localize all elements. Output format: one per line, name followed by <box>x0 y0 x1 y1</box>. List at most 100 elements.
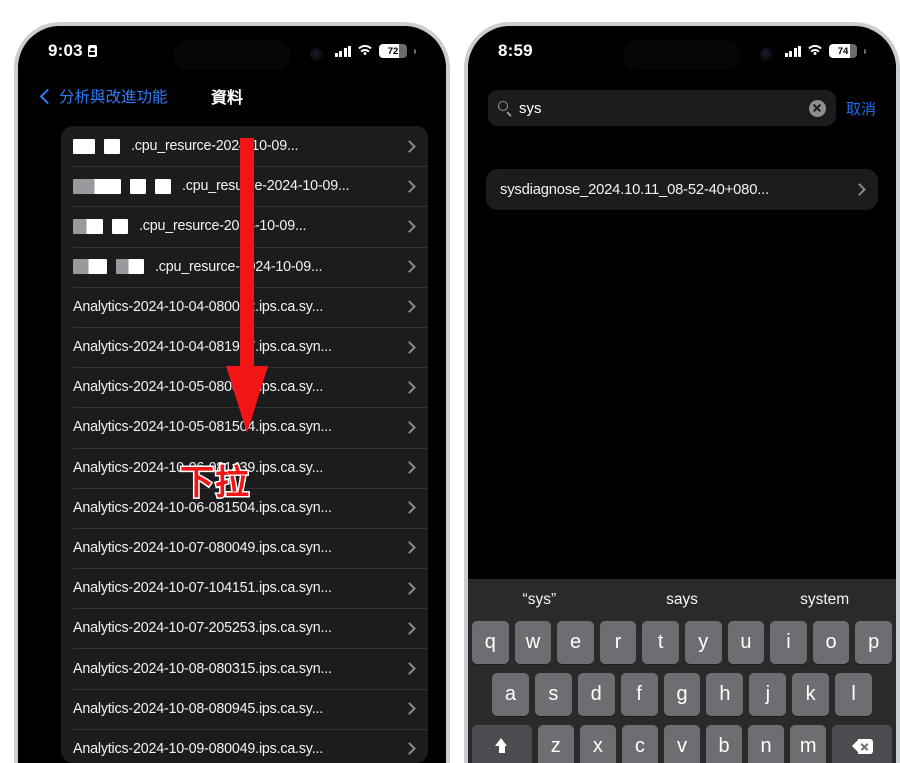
right-phone-screen: 8:59 74 sys 取消 sysdiagnose_2024.10.11_08… <box>468 26 896 763</box>
chevron-right-icon <box>403 742 416 756</box>
key-n[interactable]: n <box>748 725 785 763</box>
status-time-group: 9:03 <box>48 41 97 61</box>
key-e[interactable]: e <box>557 621 594 664</box>
redaction-blocks <box>73 218 137 234</box>
file-name: Analytics-2024-10-09-080049.ips.ca.sy... <box>73 740 324 757</box>
redaction-block <box>116 259 144 275</box>
file-name: .cpu_resurce-2024-10-09... <box>155 258 323 275</box>
table-row[interactable]: .cpu_resurce-2024-10-09... <box>61 166 428 206</box>
table-row[interactable]: .cpu_resurce-2024-10-09... <box>61 246 428 287</box>
suggestion-item[interactable]: system <box>753 591 896 609</box>
chevron-right-icon <box>403 179 416 193</box>
key-g[interactable]: g <box>663 673 701 716</box>
on-screen-keyboard[interactable]: “sys” says system qwertyuiop asdfghjkl zxc… <box>468 579 896 763</box>
key-x[interactable]: x <box>579 725 616 763</box>
left-nav-bar: 分析與改進功能 資料 <box>18 76 446 116</box>
table-row[interactable]: Analytics-2024-10-07-205253.ips.ca.syn..… <box>61 608 428 648</box>
suggestion-bar: “sys” says system <box>468 579 896 621</box>
delete-key[interactable] <box>832 725 892 763</box>
key-f[interactable]: f <box>620 673 658 716</box>
keyboard-row-3: zxcvbnm <box>468 725 896 763</box>
back-button[interactable]: 分析與改進功能 <box>18 85 168 107</box>
key-m[interactable]: m <box>790 725 827 763</box>
screenshot-canvas: 9:03 72 分析與改進功能 資料 .cpu_resurce-2024-10-… <box>0 0 900 763</box>
table-row[interactable]: Analytics-2024-10-04-080002.ips.ca.sy... <box>61 286 428 327</box>
table-row[interactable]: Analytics-2024-10-06-081439.ips.ca.sy... <box>61 447 428 488</box>
key-t[interactable]: t <box>642 621 679 664</box>
redaction-block <box>155 178 171 194</box>
key-s[interactable]: s <box>534 673 572 716</box>
table-row[interactable]: Analytics-2024-10-08-080945.ips.ca.sy... <box>61 688 428 729</box>
key-h[interactable]: h <box>706 673 744 716</box>
table-row[interactable]: .cpu_resurce-2024-10-09... <box>61 206 428 246</box>
chevron-right-icon <box>853 183 866 196</box>
key-c[interactable]: c <box>621 725 658 763</box>
suggestion-item[interactable]: says <box>610 591 754 609</box>
chevron-right-icon <box>403 501 416 515</box>
keyboard-row-3-letters: zxcvbnm <box>537 725 827 763</box>
redaction-block <box>130 178 146 194</box>
right-phone-frame: 8:59 74 sys 取消 sysdiagnose_2024.10.11_08… <box>464 22 900 763</box>
file-name: .cpu_resurce-2024-10-09... <box>131 138 299 155</box>
redaction-blocks <box>73 259 153 275</box>
status-time-group-right: 8:59 <box>498 41 533 61</box>
key-w[interactable]: w <box>514 621 552 664</box>
battery-cap-icon <box>414 48 416 54</box>
battery-level: 72 <box>387 45 399 57</box>
search-icon <box>498 101 512 115</box>
chevron-right-icon <box>403 662 416 675</box>
file-name: Analytics-2024-10-05-081504.ips.ca.syn..… <box>73 419 332 436</box>
file-name: Analytics-2024-10-07-205253.ips.ca.syn..… <box>73 620 332 637</box>
table-row[interactable]: Analytics-2024-10-08-080315.ips.ca.syn..… <box>61 648 428 688</box>
battery-icon: 72 <box>379 44 407 58</box>
redaction-block <box>104 138 120 154</box>
key-r[interactable]: r <box>599 621 637 664</box>
back-button-label: 分析與改進功能 <box>59 89 168 106</box>
shift-key[interactable] <box>472 725 532 763</box>
key-i[interactable]: i <box>770 621 807 664</box>
key-k[interactable]: k <box>792 673 830 716</box>
key-v[interactable]: v <box>663 725 701 763</box>
file-name: Analytics-2024-10-05-080026.ips.ca.sy... <box>73 379 324 396</box>
chevron-right-icon <box>403 260 416 274</box>
file-name: Analytics-2024-10-07-104151.ips.ca.syn..… <box>73 580 332 597</box>
redaction-block <box>73 259 107 275</box>
list-item[interactable]: sysdiagnose_2024.10.11_08-52-40+080... <box>486 169 878 210</box>
table-row[interactable]: Analytics-2024-10-06-081504.ips.ca.syn..… <box>61 487 428 528</box>
search-input[interactable]: sys <box>519 100 802 117</box>
key-z[interactable]: z <box>537 725 574 763</box>
key-o[interactable]: o <box>812 621 850 664</box>
cancel-button[interactable]: 取消 <box>846 98 876 119</box>
redaction-block <box>73 178 121 194</box>
file-name: .cpu_resurce-2024-10-09... <box>139 218 307 235</box>
left-phone-screen: 9:03 72 分析與改進功能 資料 .cpu_resurce-2024-10-… <box>18 26 446 763</box>
chevron-right-icon <box>403 461 416 474</box>
table-row[interactable]: Analytics-2024-10-04-081957.ips.ca.syn..… <box>61 326 428 367</box>
key-a[interactable]: a <box>492 673 529 716</box>
key-u[interactable]: u <box>727 621 765 664</box>
table-row[interactable]: Analytics-2024-10-05-080026.ips.ca.sy... <box>61 367 428 407</box>
key-b[interactable]: b <box>706 725 743 763</box>
key-p[interactable]: p <box>855 621 892 664</box>
analytics-file-list[interactable]: .cpu_resurce-2024-10-09... .cpu_resurce-2… <box>61 126 428 763</box>
table-row[interactable]: Analytics-2024-10-09-080049.ips.ca.sy... <box>61 728 428 763</box>
key-j[interactable]: j <box>749 673 787 716</box>
search-field[interactable]: sys <box>488 90 836 126</box>
suggestion-item[interactable]: “sys” <box>468 591 611 609</box>
table-row[interactable]: Analytics-2024-10-07-080049.ips.ca.syn..… <box>61 527 428 568</box>
table-row[interactable]: Analytics-2024-10-07-104151.ips.ca.syn..… <box>61 568 428 608</box>
file-name: Analytics-2024-10-07-080049.ips.ca.syn..… <box>73 539 332 556</box>
file-name: Analytics-2024-10-04-080002.ips.ca.sy... <box>73 298 324 315</box>
chevron-right-icon <box>403 139 416 153</box>
key-q[interactable]: q <box>472 621 509 664</box>
file-name: Analytics-2024-10-06-081439.ips.ca.sy... <box>73 459 324 476</box>
status-indicators-right: 74 <box>784 44 866 58</box>
table-row[interactable]: .cpu_resurce-2024-10-09... <box>61 126 428 166</box>
key-d[interactable]: d <box>577 673 615 716</box>
chevron-left-icon <box>39 88 56 104</box>
key-y[interactable]: y <box>685 621 722 664</box>
table-row[interactable]: Analytics-2024-10-05-081504.ips.ca.syn..… <box>61 407 428 447</box>
battery-icon: 74 <box>829 44 857 58</box>
clear-circle-icon[interactable] <box>808 99 826 117</box>
key-l[interactable]: l <box>835 673 873 716</box>
